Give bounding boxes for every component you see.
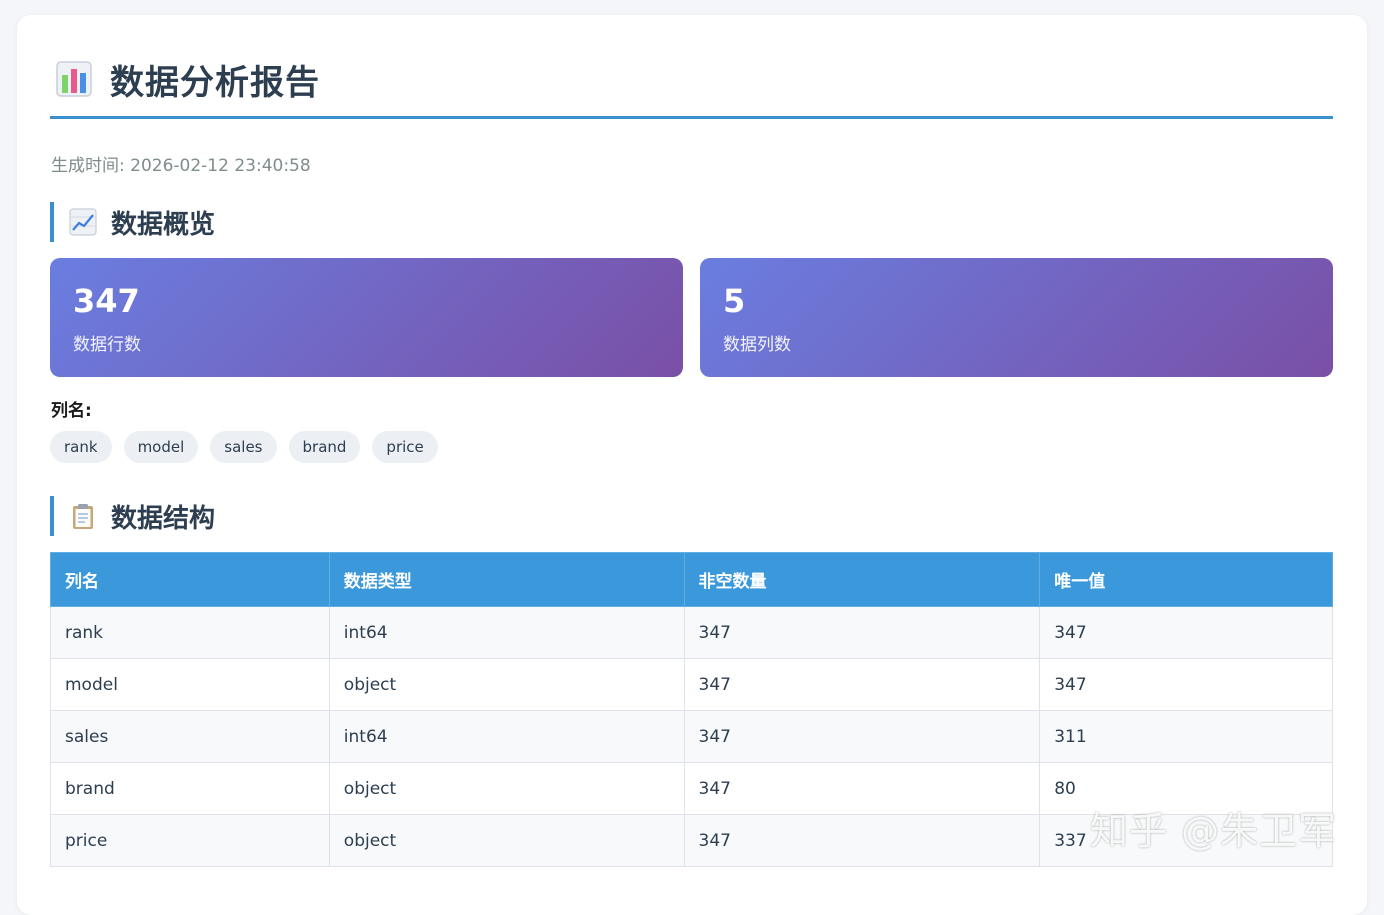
- table-header-cell: 唯一值: [1039, 552, 1333, 607]
- title-divider: [50, 116, 1333, 119]
- table-header-cell: 非空数量: [683, 552, 1041, 607]
- table-cell: model: [50, 658, 330, 711]
- stat-rows-value: 347: [73, 282, 140, 320]
- table-row: model object 347 347: [50, 658, 1333, 711]
- table-cell: sales: [50, 710, 330, 763]
- table-cell: object: [328, 658, 685, 711]
- table-cell: brand: [50, 762, 330, 815]
- table-cell: rank: [50, 606, 330, 659]
- section-structure-title: 数据结构: [111, 503, 216, 534]
- stat-card-rows: 347 数据行数: [50, 258, 683, 377]
- table-cell: price: [50, 814, 330, 867]
- column-names-label: 列名:: [51, 401, 92, 421]
- table-header-cell: 列名: [50, 552, 330, 607]
- stat-rows-label: 数据行数: [73, 335, 141, 355]
- table-cell: 347: [683, 658, 1041, 711]
- table-cell: 347: [683, 814, 1041, 867]
- column-chip-list: rank model sales brand price: [50, 431, 438, 463]
- generated-timestamp: 生成时间: 2026-02-12 23:40:58: [51, 156, 311, 176]
- table-cell: 347: [683, 710, 1041, 763]
- stat-columns-value: 5: [723, 282, 746, 320]
- report-title: 数据分析报告: [110, 62, 320, 103]
- table-cell: int64: [328, 606, 685, 659]
- table-cell: 311: [1039, 710, 1333, 763]
- column-chip: model: [123, 431, 199, 463]
- section-overview-heading: 数据概览: [50, 202, 215, 242]
- table-cell: 347: [683, 762, 1041, 815]
- table-header-cell: 数据类型: [328, 552, 685, 607]
- table-cell: 347: [1039, 606, 1333, 659]
- watermark-text: 知乎 @朱卫军: [1090, 809, 1338, 853]
- report-title-row: 数据分析报告: [50, 55, 320, 103]
- column-chip: sales: [210, 431, 277, 463]
- column-chip: brand: [288, 431, 361, 463]
- table-row: sales int64 347 311: [50, 710, 1333, 763]
- table-header-row: 列名 数据类型 非空数量 唯一值: [50, 552, 1333, 607]
- table-row: rank int64 347 347: [50, 606, 1333, 659]
- section-overview-title: 数据概览: [111, 209, 216, 240]
- clipboard-icon: [73, 504, 93, 529]
- stat-card-columns: 5 数据列数: [700, 258, 1333, 377]
- table-cell: object: [328, 814, 685, 867]
- report-card: 数据分析报告 生成时间: 2026-02-12 23:40:58 数据概览 34…: [17, 15, 1367, 915]
- bar-chart-icon: [56, 61, 92, 97]
- section-structure-heading: 数据结构: [50, 496, 215, 536]
- table-cell: 347: [1039, 658, 1333, 711]
- column-chip: rank: [50, 431, 112, 463]
- table-cell: int64: [328, 710, 685, 763]
- table-cell: 347: [683, 606, 1041, 659]
- trend-chart-icon: [69, 208, 97, 236]
- column-chip: price: [372, 431, 438, 463]
- stat-columns-label: 数据列数: [723, 335, 791, 355]
- table-cell: object: [328, 762, 685, 815]
